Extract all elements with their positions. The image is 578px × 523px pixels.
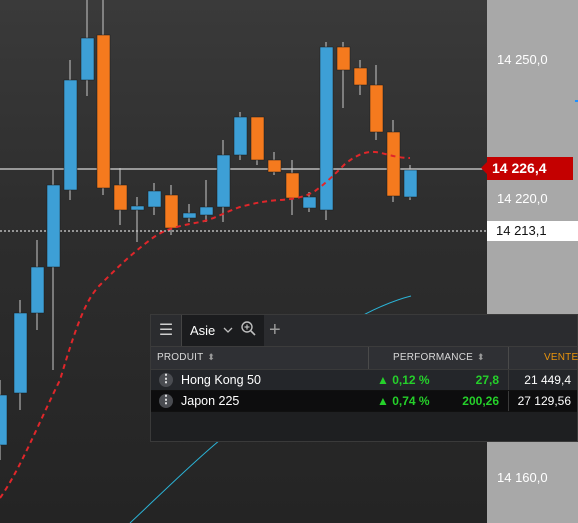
plus-icon[interactable]: +	[269, 318, 281, 342]
reference-price-label: 14 213,1	[487, 221, 578, 241]
column-header-product[interactable]: PRODUIT ⬍	[157, 352, 215, 363]
candle-down	[336, 46, 351, 71]
column-header-performance[interactable]: PERFORMANCE ⬍	[393, 352, 485, 363]
candle-up	[233, 116, 248, 156]
candle-up	[147, 190, 162, 208]
candle-down	[353, 67, 368, 86]
column-header-label: PRODUIT	[157, 352, 204, 363]
column-divider	[508, 391, 509, 411]
watchlist-panel: ☰ Asie + PRODUIT⬍ PERFORMANCE⬍ VENTE ⋮	[150, 314, 578, 442]
candle-up	[13, 312, 28, 394]
table-row[interactable]: ⋮ Japon 225 ▲ 0,74 % 200,26 27 129,56	[151, 391, 577, 412]
column-header-label: PERFORMANCE	[393, 352, 473, 363]
sell-price[interactable]: 21 449,4	[524, 373, 571, 387]
candle-down	[96, 34, 111, 189]
candle-up	[63, 79, 78, 191]
price-tick: 14 220,0	[497, 191, 548, 206]
candle-down	[164, 194, 179, 229]
sell-price[interactable]: 27 129,56	[518, 394, 571, 408]
candle-up	[80, 37, 95, 81]
candle-down	[267, 159, 282, 173]
more-options-icon[interactable]: ⋮	[159, 373, 173, 387]
candlestick-chart[interactable]	[0, 0, 487, 523]
candle-up	[216, 154, 231, 208]
candle-up	[302, 196, 317, 209]
product-name: Hong Kong 50	[181, 373, 261, 387]
performance-change: 27,8	[475, 373, 499, 387]
performance-percent: ▲ 0,12 %	[377, 373, 430, 387]
candle-down	[386, 131, 401, 197]
column-header-sell[interactable]: VENTE	[544, 352, 578, 363]
candle-down	[250, 116, 265, 161]
current-price-label: 14 226,4	[481, 157, 573, 180]
candle-up	[0, 394, 8, 446]
candle-down	[369, 84, 384, 133]
sort-icon: ⬍	[207, 352, 216, 362]
performance-change: 200,26	[462, 394, 499, 408]
price-tick: 14 160,0	[497, 470, 548, 485]
candle-up	[130, 205, 145, 211]
price-axis: 14 250,0 14 220,0 14 160,0	[487, 0, 578, 523]
column-divider	[368, 347, 369, 369]
tab-asie[interactable]: Asie	[182, 315, 264, 346]
candle-up	[30, 266, 45, 314]
zoom-in-icon[interactable]	[239, 319, 259, 339]
candle-up	[46, 184, 61, 268]
watchlist-toolbar: ☰ Asie +	[151, 315, 577, 347]
candle-down	[113, 184, 128, 211]
hamburger-icon[interactable]: ☰	[151, 315, 182, 346]
candle-up	[182, 212, 197, 219]
product-name: Japon 225	[181, 394, 240, 408]
column-divider	[508, 370, 509, 390]
column-divider	[508, 347, 509, 369]
candle-down	[285, 172, 300, 199]
price-tick: 14 250,0	[497, 52, 548, 67]
sort-icon: ⬍	[476, 352, 485, 362]
chart-canvas	[0, 0, 487, 523]
table-header: PRODUIT ⬍ PERFORMANCE ⬍ VENTE	[151, 347, 578, 370]
candle-up	[199, 206, 214, 216]
more-options-icon[interactable]: ⋮	[159, 394, 173, 408]
tab-label: Asie	[190, 323, 216, 338]
performance-percent: ▲ 0,74 %	[377, 394, 430, 408]
table-row[interactable]: ⋮ Hong Kong 50 ▲ 0,12 % 27,8 21 449,4	[151, 370, 577, 391]
chevron-down-icon[interactable]	[222, 321, 234, 342]
candle-up	[403, 169, 418, 198]
